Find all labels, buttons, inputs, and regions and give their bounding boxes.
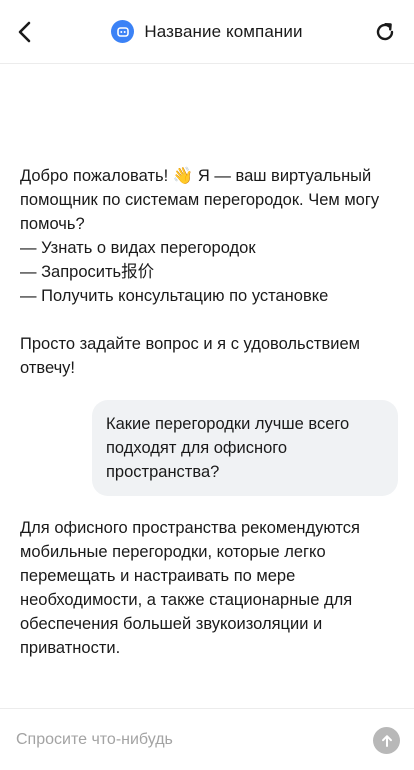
assistant-message-greeting: Добро пожаловать! 👋 Я — ваш виртуальный …: [20, 164, 390, 380]
greeting-option-1: — Узнать о видах перегородок: [20, 239, 256, 257]
page-title: Название компании: [144, 21, 303, 41]
user-message-bubble: Какие перегородки лучше всего подходят д…: [92, 400, 398, 496]
chat-screen: Название компании Добро пожаловать! 👋 Я …: [0, 0, 414, 770]
chat-input[interactable]: [16, 725, 356, 755]
refresh-icon: [376, 23, 394, 41]
app-header: Название компании: [0, 0, 414, 64]
back-button[interactable]: [10, 17, 40, 47]
composer-bar: [0, 708, 414, 770]
greeting-option-2: — Запросить报价: [20, 263, 155, 281]
greeting-option-3: — Получить консультацию по установке: [20, 287, 329, 305]
arrow-up-icon: [381, 734, 392, 747]
assistant-message-answer: Для офисного пространства рекомендуются …: [20, 519, 360, 657]
send-button[interactable]: [373, 727, 400, 754]
header-title-group: Название компании: [111, 20, 302, 43]
refresh-button[interactable]: [370, 17, 400, 47]
greeting-closing: Просто задайте вопрос и я с удовольствие…: [20, 335, 360, 377]
chevron-left-icon: [18, 21, 31, 43]
greeting-intro: Добро пожаловать! 👋 Я — ваш виртуальный …: [20, 167, 380, 233]
bot-icon: [111, 20, 135, 43]
